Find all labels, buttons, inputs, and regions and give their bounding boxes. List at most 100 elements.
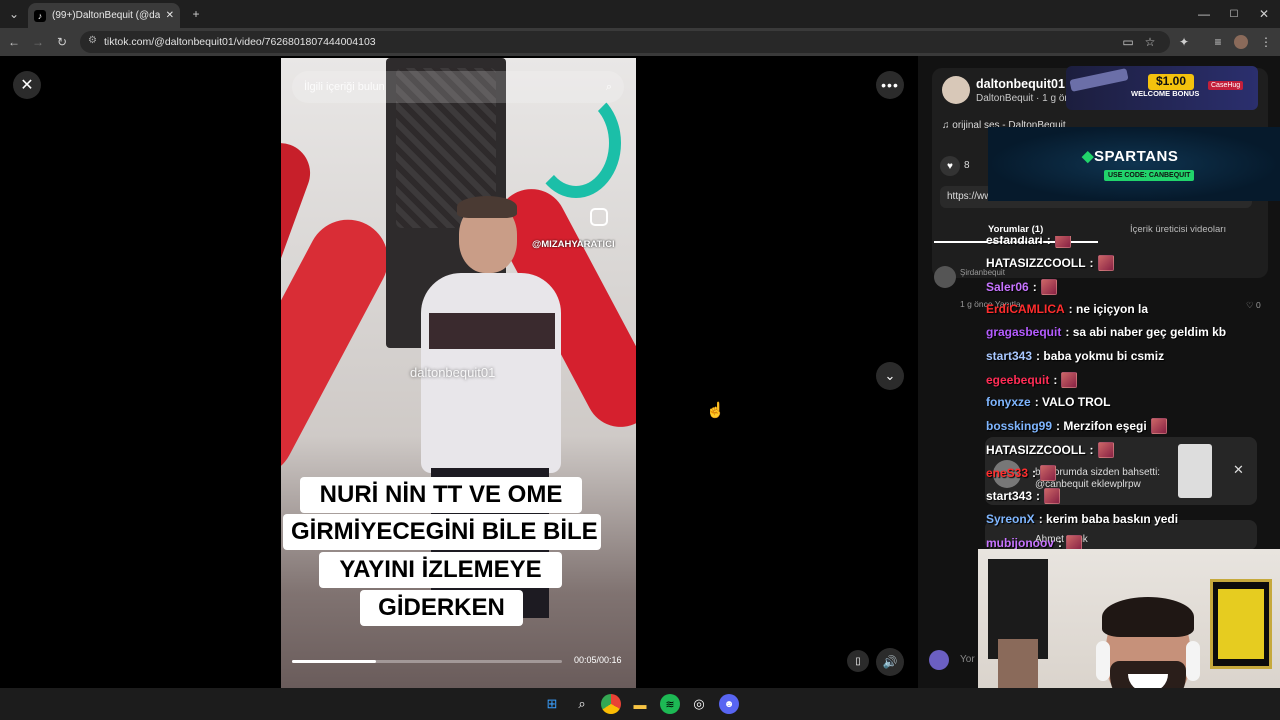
search-icon[interactable]: ⌕: [572, 694, 592, 714]
chrome-icon[interactable]: [601, 694, 621, 714]
chat-message: egeebequit :: [986, 371, 1078, 388]
chat-message: Saler06 :: [986, 278, 1057, 295]
close-video-button[interactable]: ✕: [13, 71, 41, 99]
caption-line: NURİ NİN TT VE OME: [300, 477, 582, 513]
chat-text: :: [1032, 279, 1037, 294]
chat-username: HATASIZZCOOLL: [986, 256, 1086, 271]
chat-emote-icon: [1150, 418, 1167, 435]
video-watermark: daltonbequit01: [410, 365, 496, 380]
windows-start-icon[interactable]: ⊞: [542, 694, 562, 714]
chat-username: HATASIZZCOOLL: [986, 442, 1086, 457]
chat-username: bossking99: [986, 419, 1053, 434]
related-search-input[interactable]: İlgili içeriği bulun ⌕: [292, 71, 624, 103]
url-text: tiktok.com/@daltonbequit01/video/7626801…: [104, 36, 376, 48]
chat-emote-icon: [1054, 236, 1071, 248]
like-count: 8: [964, 160, 970, 171]
new-tab-button[interactable]: +: [188, 6, 204, 22]
close-icon: ✕: [20, 77, 34, 94]
reload-icon[interactable]: ↻: [54, 34, 70, 50]
commenter-avatar[interactable]: [934, 266, 956, 288]
maximize-button[interactable]: ☐: [1226, 6, 1242, 22]
chat-text: : baba yokmu bi csmiz: [1036, 348, 1165, 363]
creator-avatar[interactable]: [942, 76, 970, 104]
chat-text: :: [1058, 535, 1062, 550]
bookmark-star-icon[interactable]: ☆: [1142, 34, 1158, 50]
tab-creator-videos[interactable]: İçerik üreticisi videoları: [1130, 224, 1226, 235]
progress-fill: [292, 660, 376, 663]
chat-message: gragasbequit : sa abi naber geç geldim k…: [986, 325, 1226, 339]
chat-text: : ne içiçyon la: [1068, 301, 1149, 316]
chat-username: start343: [986, 489, 1033, 504]
chat-message: ErdiCAMLICA : ne içiçyon la: [986, 302, 1148, 316]
chat-emote-icon: [1040, 278, 1057, 295]
creator-username[interactable]: daltonbequit01: [976, 77, 1065, 91]
search-icon[interactable]: ⌕: [606, 81, 612, 94]
spartans-logo: ◆SPARTANS: [1082, 148, 1179, 165]
sweater-stripe: [429, 313, 555, 349]
instagram-icon: [590, 208, 608, 226]
rotate-button[interactable]: ▯: [847, 650, 869, 672]
tab-title: (99+)DaltonBequit (@dalto...: [52, 10, 160, 21]
tab-search-icon[interactable]: ⌄: [6, 6, 22, 22]
chat-username: eneS33: [986, 466, 1029, 480]
chat-username: egeebequit: [986, 372, 1050, 387]
chat-message: start343 : baba yokmu bi csmiz: [986, 349, 1164, 363]
streamer-hair: [1102, 597, 1194, 637]
search-placeholder: İlgili içeriği bulun: [304, 81, 385, 93]
extensions-icon[interactable]: ✦: [1176, 34, 1192, 50]
minimize-button[interactable]: —: [1196, 6, 1212, 22]
install-app-icon[interactable]: ▭: [1120, 34, 1136, 50]
chat-message: eneS33 :: [986, 465, 1057, 481]
chat-text: :: [1089, 256, 1094, 271]
tab-comments[interactable]: Yorumlar (1): [988, 224, 1043, 235]
instagram-handle: @MIZAHYARATICI: [532, 239, 615, 250]
person-hair: [457, 196, 517, 218]
chat-message: SyreonX : kerim baba baskın yedi: [986, 512, 1178, 526]
hand-cursor-icon: ☝: [706, 402, 725, 419]
forward-icon[interactable]: →: [30, 34, 46, 50]
chat-username: esfandiari: [986, 236, 1043, 247]
video-time: 00:05/00:16: [574, 655, 622, 665]
spotify-icon[interactable]: ≋: [660, 694, 680, 714]
more-options-button[interactable]: •••: [876, 71, 904, 99]
comment-input[interactable]: Yor: [960, 654, 975, 665]
reading-list-icon[interactable]: ≡: [1210, 34, 1226, 50]
discord-icon[interactable]: ☻: [719, 694, 739, 714]
chat-username: Saler06: [986, 279, 1029, 294]
chat-emote-icon: [1097, 255, 1114, 272]
profile-avatar[interactable]: [1234, 35, 1248, 49]
tab-close-icon[interactable]: ✕: [166, 10, 174, 21]
more-icon: •••: [881, 77, 899, 93]
chat-text: :: [1036, 489, 1041, 504]
bus-logo-swoosh: [531, 88, 621, 198]
chat-username: gragasbequit: [986, 325, 1062, 340]
chat-text: :: [1053, 372, 1058, 387]
chat-text: : Merzifon eşegi: [1056, 419, 1147, 434]
volume-button[interactable]: 🔊: [876, 648, 904, 676]
bus-stripe: [281, 205, 403, 491]
file-explorer-icon[interactable]: ▬: [630, 694, 650, 714]
chat-text: :: [1046, 236, 1051, 247]
site-info-icon[interactable]: ⚙: [88, 35, 97, 46]
chat-emote-icon: [1097, 441, 1114, 458]
creator-subline: DaltonBequit · 1 g önce: [976, 93, 1081, 104]
video-progress-bar[interactable]: [292, 660, 562, 663]
next-video-button[interactable]: ⌄: [876, 362, 904, 390]
yellow-jersey: [1218, 589, 1264, 659]
like-button[interactable]: ♥: [940, 156, 960, 176]
headphone-cup: [1186, 641, 1200, 681]
browser-menu-icon[interactable]: ⋮: [1258, 34, 1274, 50]
chat-message: start343 :: [986, 488, 1061, 505]
chat-username: start343: [986, 348, 1033, 363]
tiktok-favicon-icon: ♪: [34, 9, 46, 22]
chat-text: : sa abi naber geç geldim kb: [1065, 325, 1227, 340]
back-icon[interactable]: ←: [6, 34, 22, 50]
obs-icon[interactable]: ◎: [689, 694, 709, 714]
chat-text: :: [1089, 442, 1094, 457]
address-bar[interactable]: ⚙ tiktok.com/@daltonbequit01/video/76268…: [80, 31, 1170, 53]
chat-message: HATASIZZCOOLL :: [986, 255, 1114, 272]
browser-tab[interactable]: ♪ (99+)DaltonBequit (@dalto... ✕: [28, 3, 180, 28]
caption-line: YAYINI İZLEMEYE: [319, 552, 562, 588]
chat-emote-icon: [1061, 371, 1078, 388]
window-close-button[interactable]: ✕: [1256, 6, 1272, 22]
